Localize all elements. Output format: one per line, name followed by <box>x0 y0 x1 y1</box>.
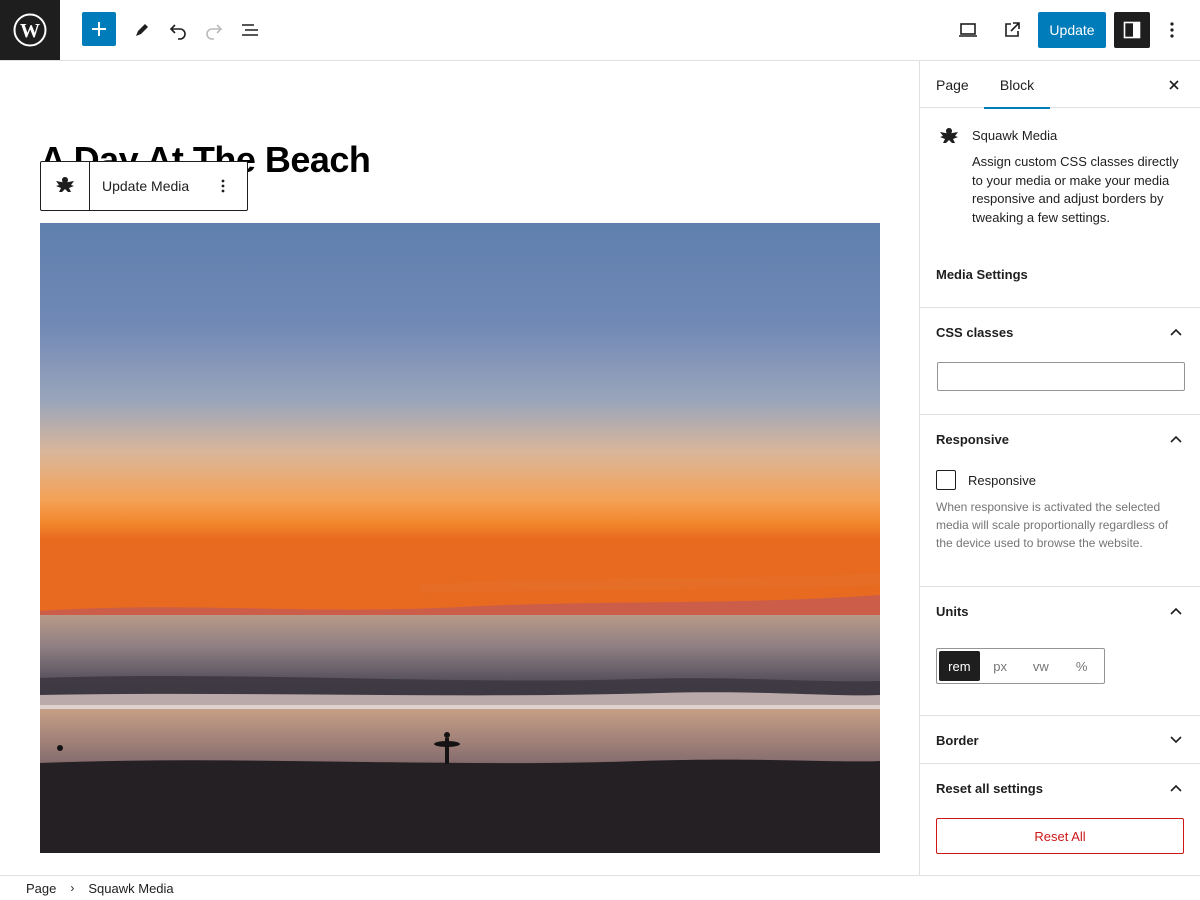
update-media-button[interactable]: Update Media <box>90 178 200 194</box>
block-options-button[interactable] <box>200 162 246 210</box>
units-toggle-group: rem px vw % <box>936 648 1105 684</box>
external-link-icon <box>1005 22 1020 37</box>
responsive-checkbox-row: Responsive <box>936 470 1036 490</box>
breadcrumb-item-page[interactable]: Page <box>26 881 56 896</box>
responsive-checkbox[interactable] <box>936 470 956 490</box>
unit-option-px[interactable]: px <box>980 651 1021 681</box>
border-panel-toggle[interactable]: Border <box>920 716 1200 764</box>
more-vertical-icon <box>1170 22 1174 38</box>
breadcrumb: Page › Squawk Media <box>0 875 1200 900</box>
css-classes-panel-title: CSS classes <box>936 324 1014 340</box>
editor-header: W Update <box>0 0 1200 61</box>
block-type-button[interactable] <box>41 162 90 210</box>
wordpress-logo-icon[interactable]: W <box>0 0 60 60</box>
preview-button[interactable] <box>950 12 986 48</box>
editor-canvas: A Day At The Beach Update Media <box>0 61 919 875</box>
squawk-bird-icon <box>56 177 74 192</box>
beach-sunset-image[interactable] <box>40 223 880 853</box>
reset-panel-toggle[interactable]: Reset all settings <box>920 764 1200 812</box>
settings-sidebar: Page Block Squawk Media Assign custom CS… <box>919 61 1200 875</box>
chevron-up-icon <box>1168 780 1184 796</box>
reset-all-button[interactable]: Reset All <box>936 818 1184 854</box>
units-panel-toggle[interactable]: Units <box>920 587 1200 635</box>
media-settings-heading: Media Settings <box>936 267 1028 282</box>
css-classes-panel-toggle[interactable]: CSS classes <box>920 308 1200 356</box>
undo-button[interactable] <box>160 12 196 48</box>
redo-button[interactable] <box>196 12 232 48</box>
responsive-panel-toggle[interactable]: Responsive <box>920 415 1200 463</box>
tab-page[interactable]: Page <box>936 61 969 108</box>
unit-option-percent[interactable]: % <box>1061 651 1102 681</box>
reset-panel: Reset all settings Reset All <box>920 764 1200 874</box>
undo-icon <box>169 24 186 40</box>
close-sidebar-button[interactable] <box>1162 73 1186 97</box>
options-menu-button[interactable] <box>1154 12 1190 48</box>
add-block-button[interactable] <box>82 12 116 46</box>
squawk-bird-icon <box>936 124 962 155</box>
svg-text:W: W <box>20 20 40 42</box>
update-button[interactable]: Update <box>1038 12 1106 48</box>
block-card: Squawk Media Assign custom CSS classes d… <box>920 108 1200 308</box>
chevron-down-icon <box>1168 732 1184 748</box>
chevron-up-icon <box>1168 603 1184 619</box>
block-title: Squawk Media <box>972 128 1058 143</box>
reset-panel-title: Reset all settings <box>936 780 1043 796</box>
chevron-right-icon: › <box>70 881 75 895</box>
redo-icon <box>206 24 223 40</box>
more-vertical-icon <box>221 179 225 193</box>
responsive-panel: Responsive Responsive When responsive is… <box>920 415 1200 587</box>
sidebar-icon <box>1123 21 1141 39</box>
border-panel-title: Border <box>936 732 979 748</box>
units-panel-title: Units <box>936 603 969 619</box>
list-view-icon <box>242 24 258 36</box>
chevron-up-icon <box>1168 324 1184 340</box>
block-toolbar: Update Media <box>40 161 248 211</box>
sidebar-tabs: Page Block <box>920 61 1200 109</box>
view-page-button[interactable] <box>994 12 1030 48</box>
block-description: Assign custom CSS classes directly to yo… <box>972 154 1179 225</box>
responsive-help-text: When responsive is activated the selecte… <box>936 500 1169 550</box>
laptop-icon <box>959 23 977 37</box>
unit-option-rem[interactable]: rem <box>939 651 980 681</box>
tools-button[interactable] <box>124 12 160 48</box>
css-classes-panel: CSS classes <box>920 308 1200 415</box>
units-panel: Units rem px vw % <box>920 587 1200 716</box>
list-view-button[interactable] <box>232 12 268 48</box>
settings-toggle-button[interactable] <box>1114 12 1150 48</box>
close-icon <box>1169 80 1179 90</box>
plus-icon <box>92 22 106 36</box>
chevron-up-icon <box>1168 431 1184 447</box>
breadcrumb-item-squawk-media[interactable]: Squawk Media <box>88 881 173 896</box>
responsive-panel-title: Responsive <box>936 431 1009 447</box>
unit-option-vw[interactable]: vw <box>1021 651 1062 681</box>
pencil-icon <box>136 24 148 36</box>
responsive-checkbox-label: Responsive <box>968 472 1036 488</box>
border-panel: Border <box>920 716 1200 764</box>
tab-block[interactable]: Block <box>984 61 1050 109</box>
css-classes-input[interactable] <box>937 362 1185 391</box>
